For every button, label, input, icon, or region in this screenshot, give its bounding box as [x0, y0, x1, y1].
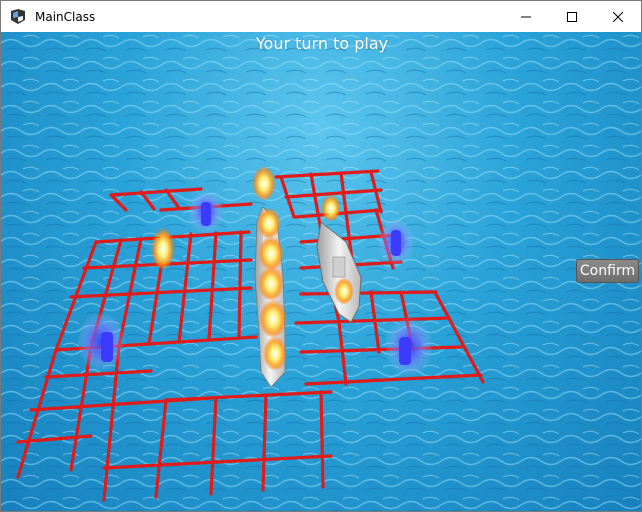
java-app-icon — [11, 8, 25, 24]
close-button[interactable] — [595, 1, 641, 32]
game-scene[interactable]: Your turn to play Confirm — [1, 32, 642, 512]
miss-marker — [188, 190, 224, 234]
miss-marker — [378, 218, 414, 266]
turn-status-text: Your turn to play — [255, 34, 389, 53]
title-bar: MainClass — [1, 1, 641, 32]
miss-marker — [77, 312, 125, 372]
maximize-button[interactable] — [549, 1, 595, 32]
maximize-icon — [567, 11, 577, 22]
minimize-button[interactable] — [503, 1, 549, 32]
window-title: MainClass — [35, 9, 96, 24]
battle-grid[interactable] — [1, 32, 642, 512]
app-window: MainClass Your turn to play Confirm — [0, 0, 642, 512]
miss-marker — [385, 317, 433, 377]
confirm-button[interactable]: Confirm — [576, 259, 639, 283]
minimize-icon — [521, 16, 531, 17]
close-icon — [613, 11, 623, 22]
